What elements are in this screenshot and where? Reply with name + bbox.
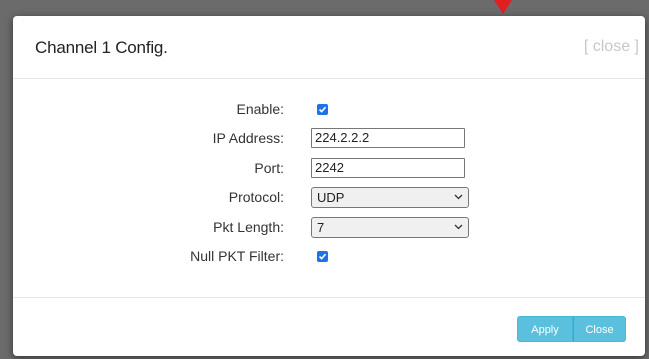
- enable-label: Enable:: [236, 101, 284, 117]
- channel-config-dialog: Channel 1 Config. [ close ] Enable: IP A…: [13, 16, 645, 356]
- null-pkt-filter-label: Null PKT Filter:: [190, 248, 284, 264]
- enable-checkbox[interactable]: [317, 104, 328, 115]
- ip-address-row: IP Address: 224.2.2.2: [13, 128, 645, 150]
- dialog-title: Channel 1 Config.: [35, 38, 168, 57]
- protocol-row: Protocol: UDP: [13, 187, 645, 209]
- ip-address-label: IP Address:: [212, 130, 284, 146]
- port-row: Port: 2242: [13, 158, 645, 180]
- chevron-down-icon: [454, 194, 463, 200]
- port-input[interactable]: 2242: [311, 158, 465, 178]
- ip-address-input[interactable]: 224.2.2.2: [311, 128, 465, 148]
- port-label: Port:: [254, 160, 284, 176]
- close-link[interactable]: [ close ]: [584, 38, 639, 56]
- apply-button[interactable]: Apply: [517, 316, 573, 342]
- null-pkt-filter-checkbox[interactable]: [317, 251, 328, 262]
- dialog-footer: Apply Close: [13, 298, 645, 356]
- dialog-body: Enable: IP Address: 224.2.2.2 Port: 2242…: [13, 79, 645, 298]
- pkt-length-select[interactable]: 7: [311, 217, 469, 238]
- protocol-select[interactable]: UDP: [311, 187, 469, 208]
- checkmark-icon: [318, 106, 327, 113]
- null-pkt-filter-row: Null PKT Filter:: [13, 246, 645, 268]
- pkt-length-row: Pkt Length: 7: [13, 217, 645, 239]
- close-button[interactable]: Close: [573, 316, 626, 342]
- protocol-selected-value: UDP: [317, 190, 345, 205]
- arrow-pointer-icon: [494, 0, 512, 14]
- enable-row: Enable:: [13, 99, 645, 121]
- dialog-header: Channel 1 Config. [ close ]: [13, 16, 645, 79]
- pkt-length-selected-value: 7: [317, 220, 325, 235]
- pkt-length-label: Pkt Length:: [213, 219, 284, 235]
- protocol-label: Protocol:: [228, 189, 284, 205]
- chevron-down-icon: [454, 224, 463, 230]
- checkmark-icon: [318, 253, 327, 260]
